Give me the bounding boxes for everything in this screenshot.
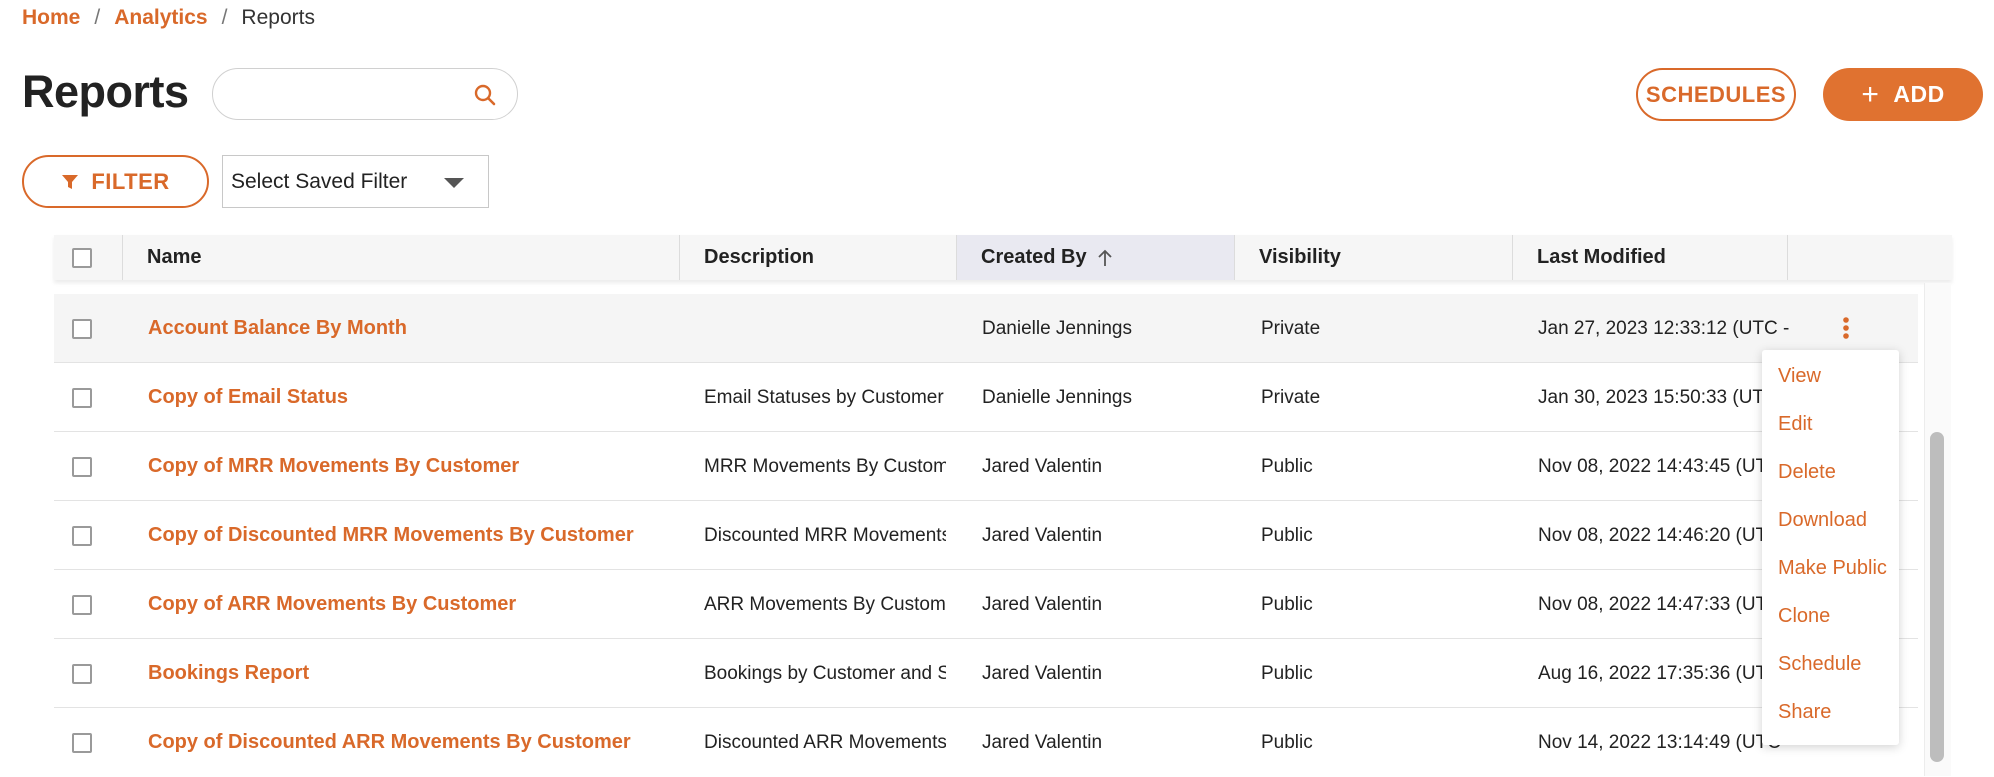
search-icon[interactable] xyxy=(473,83,497,107)
report-created-by: Danielle Jennings xyxy=(982,386,1132,408)
row-checkbox-cell xyxy=(72,708,92,777)
report-last-modified: Aug 16, 2022 17:35:36 (UTC xyxy=(1538,662,1781,684)
row-checkbox[interactable] xyxy=(72,594,92,615)
breadcrumb-home[interactable]: Home xyxy=(22,6,80,30)
report-visibility: Public xyxy=(1261,593,1313,615)
report-last-modified: Nov 08, 2022 14:46:20 (UTC xyxy=(1538,524,1781,546)
table-row[interactable]: Account Balance By Month Danielle Jennin… xyxy=(54,294,1918,363)
row-checkbox-cell xyxy=(72,432,92,501)
report-created-by: Jared Valentin xyxy=(982,593,1103,615)
row-checkbox[interactable] xyxy=(72,387,92,408)
row-checkbox[interactable] xyxy=(72,732,92,753)
breadcrumb-separator: / xyxy=(221,6,228,29)
plus-icon: + xyxy=(1861,77,1880,111)
more-vertical-icon[interactable] xyxy=(1842,316,1850,340)
column-header-name[interactable]: Name xyxy=(122,235,734,280)
menu-item-download[interactable]: Download xyxy=(1778,509,1867,532)
row-checkbox-cell xyxy=(72,501,92,570)
filter-icon xyxy=(62,174,79,189)
report-name-link[interactable]: Bookings Report xyxy=(148,639,668,708)
add-button[interactable]: + ADD xyxy=(1823,68,1983,121)
column-header-created-by[interactable]: Created By xyxy=(956,235,1234,280)
report-last-modified: Nov 08, 2022 14:43:45 (UTC xyxy=(1538,455,1781,477)
row-checkbox[interactable] xyxy=(72,663,92,684)
menu-item-delete[interactable]: Delete xyxy=(1778,461,1836,484)
menu-item-schedule[interactable]: Schedule xyxy=(1778,653,1861,676)
table-row[interactable]: Copy of Discounted MRR Movements By Cust… xyxy=(54,501,1918,570)
report-description: Discounted ARR Movements xyxy=(704,731,946,753)
row-checkbox-cell xyxy=(72,639,92,708)
scrollbar-thumb[interactable] xyxy=(1930,432,1944,762)
menu-item-share[interactable]: Share xyxy=(1778,701,1831,724)
filter-button-label: FILTER xyxy=(91,168,170,194)
column-header-description[interactable]: Description xyxy=(679,235,956,280)
row-checkbox[interactable] xyxy=(72,318,92,339)
report-last-modified: Nov 14, 2022 13:14:49 (UTC xyxy=(1538,731,1781,753)
row-checkbox-cell xyxy=(72,570,92,639)
report-name-link[interactable]: Copy of Discounted MRR Movements By Cust… xyxy=(148,501,688,570)
select-all-checkbox[interactable] xyxy=(72,247,92,268)
breadcrumb-separator: / xyxy=(94,6,101,29)
report-description: Discounted MRR Movements xyxy=(704,524,946,546)
row-checkbox-cell xyxy=(72,363,92,432)
table-header: Name Description Created By Visibility L… xyxy=(54,235,1952,280)
report-visibility: Private xyxy=(1261,317,1321,339)
report-description: MRR Movements By Custome xyxy=(704,455,946,477)
report-created-by: Jared Valentin xyxy=(982,455,1103,477)
table-row[interactable]: Copy of MRR Movements By Customer MRR Mo… xyxy=(54,432,1918,501)
report-description xyxy=(704,294,946,363)
column-header-created-by-label: Created By xyxy=(981,246,1087,268)
column-header-last-modified[interactable]: Last Modified xyxy=(1512,235,1787,280)
row-checkbox-cell xyxy=(72,294,92,363)
report-description: Email Statuses by Customer xyxy=(704,386,944,408)
report-name-link[interactable]: Copy of ARR Movements By Customer xyxy=(148,570,668,639)
search-input[interactable] xyxy=(212,68,518,120)
report-last-modified: Jan 30, 2023 15:50:33 (UTC xyxy=(1538,386,1778,408)
column-header-actions xyxy=(1787,235,1952,280)
table-row[interactable]: Copy of Email Status Email Statuses by C… xyxy=(54,363,1918,432)
report-name-link[interactable]: Copy of MRR Movements By Customer xyxy=(148,432,668,501)
report-name-link[interactable]: Account Balance By Month xyxy=(148,294,668,363)
filter-button[interactable]: FILTER xyxy=(22,155,209,208)
row-actions-menu: View Edit Delete Download Make Public Cl… xyxy=(1762,350,1899,745)
report-created-by: Jared Valentin xyxy=(982,662,1103,684)
breadcrumb: Home / Analytics / Reports xyxy=(22,6,315,30)
menu-item-clone[interactable]: Clone xyxy=(1778,605,1830,628)
report-last-modified: Jan 27, 2023 12:33:12 (UTC - xyxy=(1538,317,1790,339)
schedules-button[interactable]: SCHEDULES xyxy=(1636,68,1796,121)
menu-item-edit[interactable]: Edit xyxy=(1778,413,1812,436)
caret-down-icon xyxy=(444,178,464,188)
breadcrumb-current: Reports xyxy=(241,6,315,29)
report-description: Bookings by Customer and Su xyxy=(704,662,946,684)
add-button-label: ADD xyxy=(1893,81,1945,107)
column-header-visibility[interactable]: Visibility xyxy=(1234,235,1512,280)
report-description: ARR Movements By Custome xyxy=(704,593,946,615)
report-last-modified: Nov 08, 2022 14:47:33 (UTC xyxy=(1538,593,1781,615)
report-visibility: Public xyxy=(1261,662,1313,684)
page-title: Reports xyxy=(22,66,189,117)
table-row[interactable]: Copy of ARR Movements By Customer ARR Mo… xyxy=(54,570,1918,639)
breadcrumb-analytics[interactable]: Analytics xyxy=(114,6,207,30)
report-visibility: Public xyxy=(1261,524,1313,546)
table-row[interactable]: Bookings Report Bookings by Customer and… xyxy=(54,639,1918,708)
report-created-by: Danielle Jennings xyxy=(982,317,1132,339)
report-visibility: Private xyxy=(1261,386,1321,408)
saved-filter-select[interactable]: Select Saved Filter xyxy=(222,155,489,208)
table-row[interactable]: Copy of Discounted ARR Movements By Cust… xyxy=(54,708,1918,777)
report-name-link[interactable]: Copy of Email Status xyxy=(148,363,668,432)
report-created-by: Jared Valentin xyxy=(982,731,1103,753)
report-visibility: Public xyxy=(1261,455,1313,477)
menu-item-view[interactable]: View xyxy=(1778,365,1821,388)
arrow-up-icon[interactable] xyxy=(1097,249,1113,267)
row-checkbox[interactable] xyxy=(72,525,92,546)
report-name-link[interactable]: Copy of Discounted ARR Movements By Cust… xyxy=(148,708,688,777)
report-visibility: Public xyxy=(1261,731,1313,753)
menu-item-make-public[interactable]: Make Public xyxy=(1778,557,1887,580)
saved-filter-value: Select Saved Filter xyxy=(231,169,408,193)
select-all-cell xyxy=(72,235,92,280)
report-created-by: Jared Valentin xyxy=(982,524,1103,546)
row-checkbox[interactable] xyxy=(72,456,92,477)
